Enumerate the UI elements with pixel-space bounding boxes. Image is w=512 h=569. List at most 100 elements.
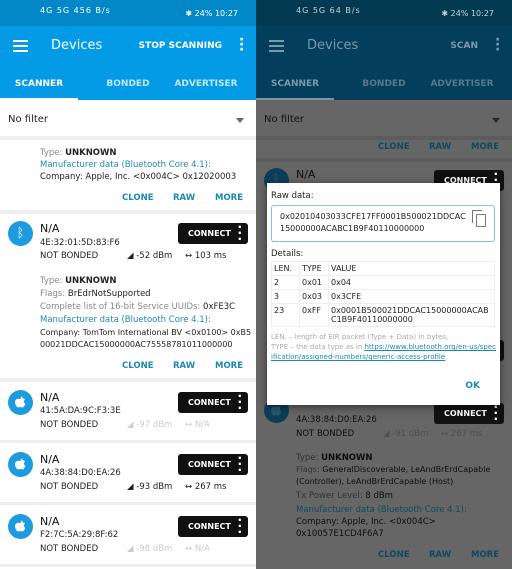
more-button[interactable]: MORE	[471, 550, 499, 560]
overflow-menu-icon[interactable]: · · ·	[495, 33, 500, 57]
filter-dropdown[interactable]: No filter	[0, 100, 256, 140]
tab-bonded[interactable]: BONDED	[89, 79, 167, 89]
raw-data-dialog: Raw data: 0x02010403033CFE17FF0001B50002…	[267, 183, 500, 405]
clone-button[interactable]: CLONE	[378, 142, 410, 152]
clone-button[interactable]: CLONE	[378, 550, 410, 560]
clock: 10:27	[214, 9, 238, 18]
raw-button[interactable]: RAW	[173, 361, 195, 371]
more-button[interactable]: MORE	[471, 142, 499, 152]
divider	[0, 564, 256, 567]
cell: 0x3CFE	[328, 289, 495, 304]
device-name: N/A	[40, 391, 60, 404]
raw-data-value: 0x02010403033CFE17FF0001B500021DDCAC1500…	[280, 212, 466, 233]
bond-state: NOT BONDED	[40, 482, 99, 492]
status-right: ✱ 24% 10:27	[441, 9, 494, 18]
tab-advertiser[interactable]: ADVERTISER	[167, 79, 245, 89]
tab-bar: SCANNER BONDED ADVERTISER	[256, 68, 512, 100]
divider	[0, 440, 256, 443]
rssi: ◢ -98 dBm	[127, 544, 173, 554]
connect-button[interactable]: CONNECT···	[434, 401, 504, 425]
table-row: 2 0x01 0x04	[271, 275, 495, 290]
flags: Flags: BrEdrNotSupported	[40, 289, 151, 299]
clone-button[interactable]: CLONE	[122, 361, 154, 371]
dropdown-arrow-icon	[492, 118, 500, 123]
divider	[256, 158, 512, 162]
rssi: ◢ -91 dBm	[383, 429, 429, 439]
company-data: 0x10057E1CD4F6A7	[296, 529, 384, 539]
more-button[interactable]: MORE	[215, 193, 243, 203]
stop-scanning-button[interactable]: STOP SCANNING	[139, 41, 222, 51]
raw-button[interactable]: RAW	[429, 550, 451, 560]
menu-icon[interactable]	[13, 40, 28, 52]
raw-data-label: Raw data:	[271, 191, 314, 201]
manufacturer-label: Manufacturer data (Bluetooth Core 4.1):	[296, 505, 467, 515]
cell: 23	[271, 303, 300, 327]
clock: 10:27	[470, 9, 494, 18]
tab-bonded[interactable]: BONDED	[345, 79, 423, 89]
device-type: Type: UNKNOWN	[40, 148, 117, 158]
apple-icon	[8, 390, 33, 415]
app-bar: Devices STOP SCANNING · · ·	[0, 26, 256, 68]
table-row: 23 0xFF 0x0001B500021DDCAC15000000ACABC1B9…	[271, 303, 495, 327]
cell: 3	[271, 289, 300, 304]
device-mac: 41:5A:DA:9C:F3:3E	[40, 406, 121, 416]
page-title: Devices	[51, 38, 103, 53]
tab-scanner[interactable]: SCANNER	[256, 79, 334, 89]
raw-button[interactable]: RAW	[173, 193, 195, 203]
device-name: N/A	[40, 222, 60, 235]
bond-state: NOT BONDED	[296, 429, 355, 439]
device-mac: 4E:32:01:5D:83:F6	[40, 238, 120, 248]
scanner-screen: 4G 5G 456 B/s ✱ 24% 10:27 Devices STOP SC…	[0, 0, 256, 569]
device-name: N/A	[296, 168, 316, 181]
rssi: ◢ -97 dBm	[127, 420, 173, 430]
flags: Flags: GeneralDiscoverable, LeAndBrErdCa…	[296, 465, 491, 474]
connect-button[interactable]: CONNECT···	[178, 513, 248, 539]
header-type: TYPE	[299, 261, 329, 276]
interval: ↔ 103 ms	[185, 251, 227, 261]
raw-button[interactable]: RAW	[429, 142, 451, 152]
scan-button[interactable]: SCAN	[450, 41, 478, 51]
tab-scanner[interactable]: SCANNER	[0, 79, 78, 89]
manufacturer-label: Manufacturer data (Bluetooth Core 4.1):	[40, 315, 211, 325]
cell: 0x04	[328, 275, 495, 290]
company: Company: Apple, Inc. <0x004C>	[296, 517, 436, 527]
copy-icon[interactable]	[472, 210, 486, 227]
connect-button[interactable]: CONNECT···	[178, 451, 248, 477]
clone-button[interactable]: CLONE	[122, 193, 154, 203]
header-len: LEN.	[271, 261, 300, 276]
menu-icon[interactable]	[269, 40, 284, 52]
header-value: VALUE	[328, 261, 495, 276]
filter-value: No filter	[8, 114, 49, 125]
divider	[0, 378, 256, 382]
device-name: N/A	[40, 515, 60, 528]
device-mac: F2:7C:5A:29:8F:62	[40, 530, 119, 540]
company: Company: TomTom International BV <0x0100…	[40, 328, 252, 337]
status-bar: 4G 5G 64 B/s ✱ 24% 10:27	[256, 0, 512, 26]
more-vert-icon: · · ·	[237, 513, 242, 539]
raw-data-field[interactable]: 0x02010403033CFE17FF0001B500021DDCAC1500…	[271, 205, 495, 242]
cell: 2	[271, 275, 300, 290]
filter-dropdown[interactable]: No filter	[256, 100, 512, 140]
network-indicators: 4G 5G 456 B/s	[40, 6, 111, 15]
more-button[interactable]: MORE	[215, 361, 243, 371]
filter-value: No filter	[264, 114, 305, 125]
cell: 0x01	[299, 275, 329, 290]
page-title: Devices	[307, 38, 359, 53]
interval: ↔ 267 ms	[185, 482, 227, 492]
bond-state: NOT BONDED	[40, 544, 99, 554]
bond-state: NOT BONDED	[40, 420, 99, 430]
device-mac: 4A:38:84:D0:EA:26	[296, 415, 377, 425]
ok-button[interactable]: OK	[465, 381, 480, 391]
divider	[0, 210, 256, 214]
company-data: 00021DDCAC15000000AC75558781011000000	[40, 340, 233, 349]
interval: ↔ N/A	[185, 544, 210, 554]
company: Company: Apple, Inc. <0x004C> 0x12020003	[40, 172, 237, 182]
rssi: ◢ -93 dBm	[127, 482, 173, 492]
connect-button[interactable]: CONNECT···	[178, 221, 248, 245]
overflow-menu-icon[interactable]: · · ·	[239, 33, 244, 57]
details-note: LEN. – length of EIR packet (Type + Data…	[271, 333, 496, 361]
tab-advertiser[interactable]: ADVERTISER	[423, 79, 501, 89]
more-vert-icon: · · ·	[237, 451, 242, 477]
status-right: ✱ 24% 10:27	[185, 9, 238, 18]
connect-button[interactable]: CONNECT···	[178, 390, 248, 414]
